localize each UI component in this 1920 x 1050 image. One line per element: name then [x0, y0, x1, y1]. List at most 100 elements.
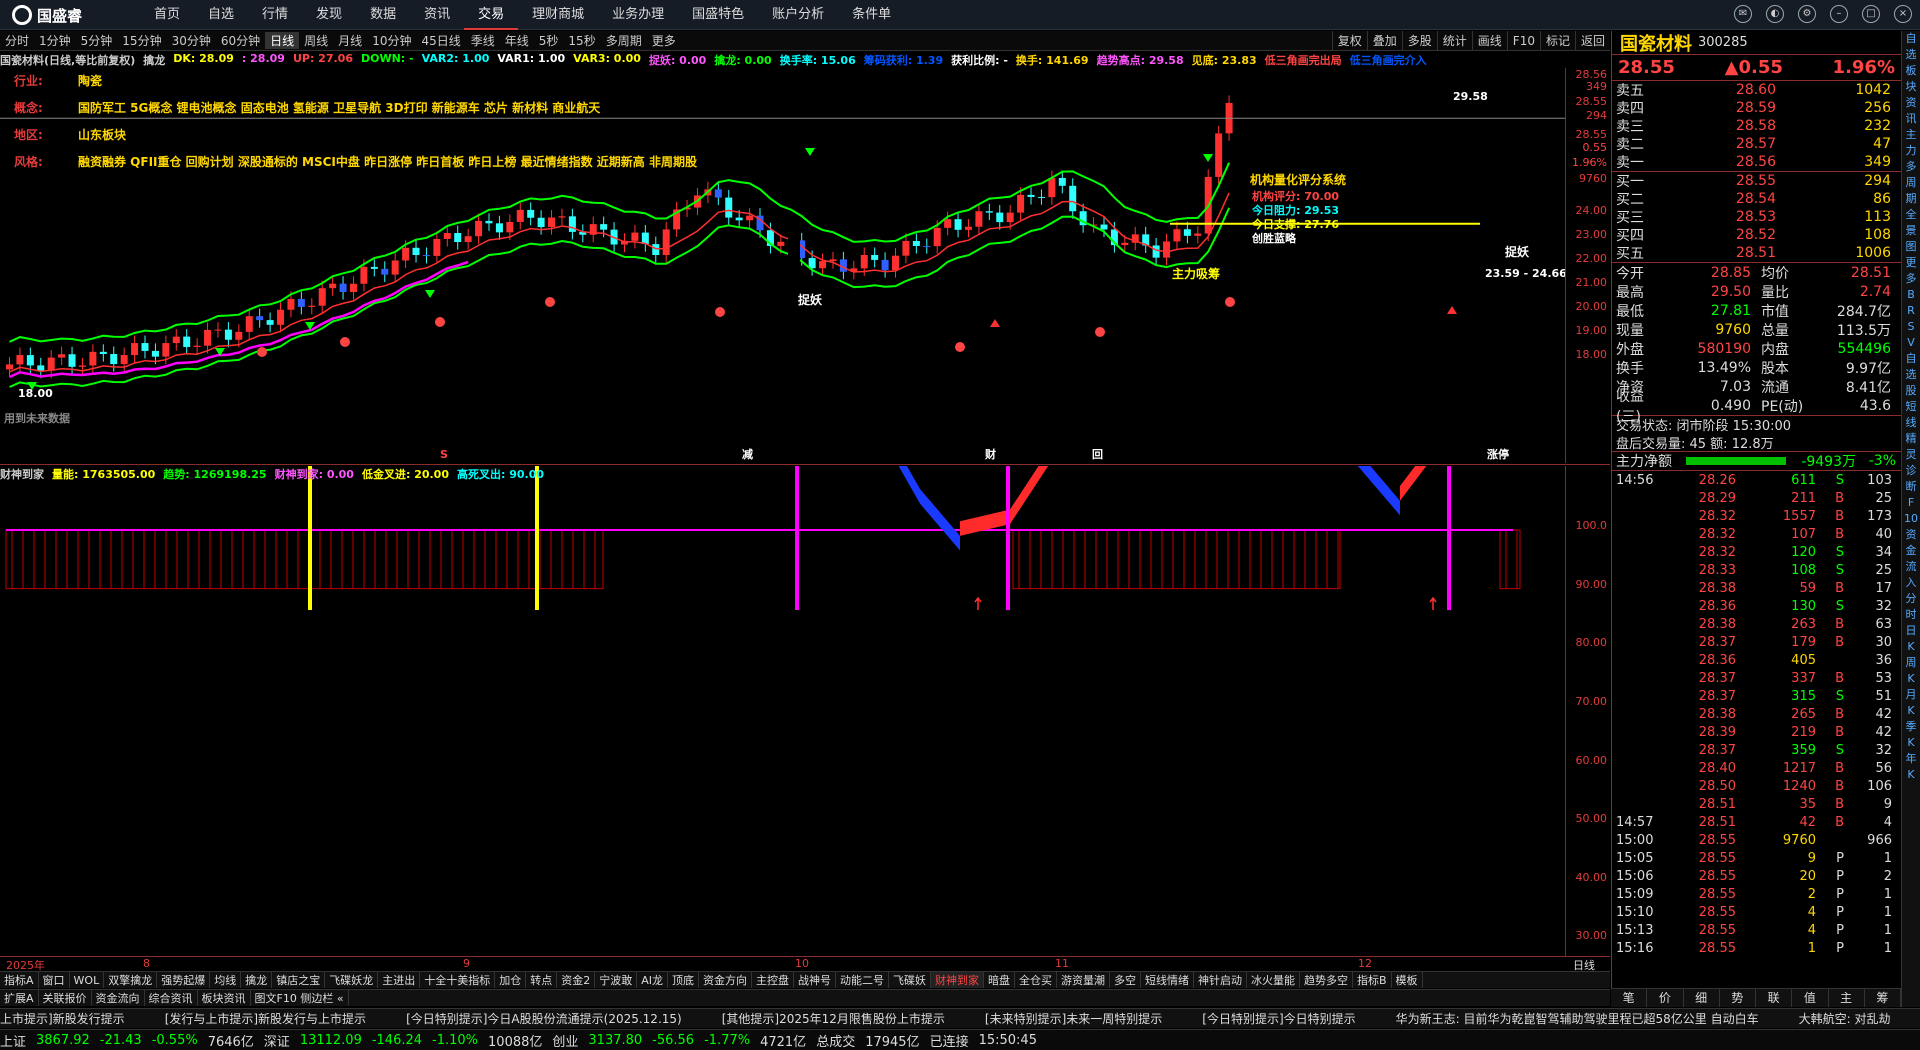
strip-item[interactable]: 期 [1902, 191, 1920, 207]
settings-icon[interactable]: ⚙ [1798, 5, 1816, 23]
strip-item[interactable]: 力 [1902, 143, 1920, 159]
period-tab[interactable]: 15分钟 [117, 32, 166, 49]
indicator-tab[interactable]: 资金2 [557, 972, 596, 988]
indicator-tab[interactable]: 镇店之宝 [272, 972, 326, 988]
strip-item[interactable]: 资 [1902, 95, 1920, 111]
strip-item[interactable]: 周 [1902, 175, 1920, 191]
indicator-tab[interactable]: 战神号 [794, 972, 836, 988]
main-flow[interactable]: 主力净额 -9493万 -3% [1612, 451, 1901, 471]
indicator-tab[interactable]: 财神到家 [930, 972, 984, 988]
strip-item[interactable]: 断 [1902, 479, 1920, 495]
nav-item[interactable]: 资讯 [410, 0, 464, 30]
strip-item[interactable]: 多 [1902, 271, 1920, 287]
order-book-row[interactable]: 卖五 28.60 1042 [1612, 81, 1901, 99]
strip-item[interactable]: 时 [1902, 607, 1920, 623]
strip-item[interactable]: 月 [1902, 687, 1920, 703]
indicator-tab[interactable]: 擒龙 [241, 972, 273, 988]
strip-item[interactable]: 分 [1902, 591, 1920, 607]
period-tab[interactable]: 周线 [299, 32, 333, 49]
indicator-tab[interactable]: 动能二号 [836, 972, 889, 988]
strip-item[interactable]: 选 [1902, 47, 1920, 63]
minimize-icon[interactable]: – [1830, 5, 1848, 23]
indicator-tab[interactable]: 趋势多空 [1300, 972, 1353, 988]
order-book-row[interactable]: 卖三 28.58 232 [1612, 117, 1901, 135]
indicator-tab[interactable]: 窗口 [39, 972, 70, 988]
indicator-tab[interactable]: 指标B [1353, 972, 1392, 988]
strip-item[interactable]: 板 [1902, 63, 1920, 79]
strip-item[interactable]: 主 [1902, 127, 1920, 143]
indicator-tab[interactable]: 均线 [210, 972, 242, 988]
indicator-tab[interactable]: 双擎擒龙 [104, 972, 158, 988]
strip-item[interactable]: 流 [1902, 559, 1920, 575]
period-tab[interactable]: 多周期 [601, 32, 647, 49]
quote-tab[interactable]: 筹 [1865, 989, 1901, 1007]
period-tab[interactable]: 45日线 [416, 32, 465, 49]
indicator-tab[interactable]: 短线情绪 [1141, 972, 1194, 988]
period-tab[interactable]: 年线 [500, 32, 534, 49]
ticker-item[interactable]: [发行与上市提示]新股发行与上市提示 [165, 1010, 366, 1027]
nav-item[interactable]: 首页 [140, 0, 194, 30]
order-book-row[interactable]: 买四 28.52 108 [1612, 226, 1901, 244]
strip-item[interactable]: 日 [1902, 623, 1920, 639]
indicator-tab[interactable]: 转点 [526, 972, 558, 988]
chart-tool-button[interactable]: 复权 [1331, 31, 1367, 51]
strip-item[interactable]: 自 [1902, 31, 1920, 47]
strip-item[interactable]: 入 [1902, 575, 1920, 591]
indicator-tab[interactable]: 加仓 [495, 972, 527, 988]
ticker-item[interactable]: [未来特别提示]未来一周特别提示 [985, 1010, 1162, 1027]
strip-item[interactable]: K [1902, 703, 1920, 719]
strip-item[interactable]: 线 [1902, 415, 1920, 431]
strip-item[interactable]: 全 [1902, 207, 1920, 223]
nav-item[interactable]: 理财商城 [518, 0, 598, 30]
chart-tool-button[interactable]: 多股 [1401, 31, 1437, 51]
ticker-item[interactable]: [其他提示]2025年12月限售股份上市提示 [722, 1010, 945, 1027]
indicator-tab[interactable]: 顶底 [668, 972, 699, 988]
nav-item[interactable]: 国盛特色 [678, 0, 758, 30]
strip-item[interactable]: 自 [1902, 351, 1920, 367]
strip-item[interactable]: 更 [1902, 255, 1920, 271]
strip-item[interactable]: R [1902, 303, 1920, 319]
strip-item[interactable]: 年 [1902, 751, 1920, 767]
ticker-item[interactable]: [今日特别提示]今日特别提示 [1202, 1010, 1355, 1027]
strip-item[interactable]: 讯 [1902, 111, 1920, 127]
strip-item[interactable]: 股 [1902, 383, 1920, 399]
strip-item[interactable]: 选 [1902, 367, 1920, 383]
strip-item[interactable]: 精 [1902, 431, 1920, 447]
quote-tab[interactable]: 主 [1829, 989, 1865, 1007]
order-book-row[interactable]: 买五 28.51 1006 [1612, 244, 1901, 262]
ticker-item[interactable]: [今日特别提示]今日A股股份流通提示(2025.12.15) [406, 1010, 682, 1027]
strip-item[interactable]: 金 [1902, 543, 1920, 559]
order-book-row[interactable]: 卖四 28.59 256 [1612, 99, 1901, 117]
nav-item[interactable]: 数据 [356, 0, 410, 30]
chart-tool-button[interactable]: 叠加 [1366, 31, 1402, 51]
period-tab[interactable]: 季线 [466, 32, 500, 49]
indicator-tab[interactable]: 飞碟妖龙 [325, 972, 379, 988]
info-tab[interactable]: 关联报价 [39, 990, 92, 1006]
strip-item[interactable]: 季 [1902, 719, 1920, 735]
strip-item[interactable]: 10 [1902, 511, 1920, 527]
strip-item[interactable]: B [1902, 287, 1920, 303]
quote-tab[interactable]: 势 [1720, 989, 1756, 1007]
info-tab[interactable]: 资金流向 [92, 990, 145, 1006]
strip-item[interactable]: 周 [1902, 655, 1920, 671]
period-tab[interactable]: 分时 [0, 32, 34, 49]
indicator-tab[interactable]: 神针启动 [1194, 972, 1247, 988]
order-book-row[interactable]: 买一 28.55 294 [1612, 172, 1901, 190]
period-tab[interactable]: 5秒 [534, 32, 564, 49]
strip-item[interactable]: 短 [1902, 399, 1920, 415]
quote-tab[interactable]: 联 [1756, 989, 1793, 1007]
chart-tool-button[interactable]: 返回 [1574, 31, 1610, 51]
quote-tab[interactable]: 价 [1647, 989, 1684, 1007]
period-tab[interactable]: 日线 [265, 32, 300, 49]
nav-item[interactable]: 自选 [194, 0, 248, 30]
period-tab[interactable]: 60分钟 [216, 32, 265, 49]
period-tab[interactable]: 15秒 [563, 32, 600, 49]
period-tab[interactable]: 更多 [647, 32, 681, 49]
period-tab[interactable]: 1分钟 [34, 32, 76, 49]
chart-tool-button[interactable]: 画线 [1471, 31, 1507, 51]
ticker-item[interactable]: 大韩航空: 对乱劫 [1799, 1010, 1891, 1027]
order-book-row[interactable]: 卖二 28.57 47 [1612, 135, 1901, 153]
nav-item[interactable]: 条件单 [838, 0, 905, 30]
strip-item[interactable]: 景 [1902, 223, 1920, 239]
indicator-tab[interactable]: 游资量潮 [1057, 972, 1110, 988]
